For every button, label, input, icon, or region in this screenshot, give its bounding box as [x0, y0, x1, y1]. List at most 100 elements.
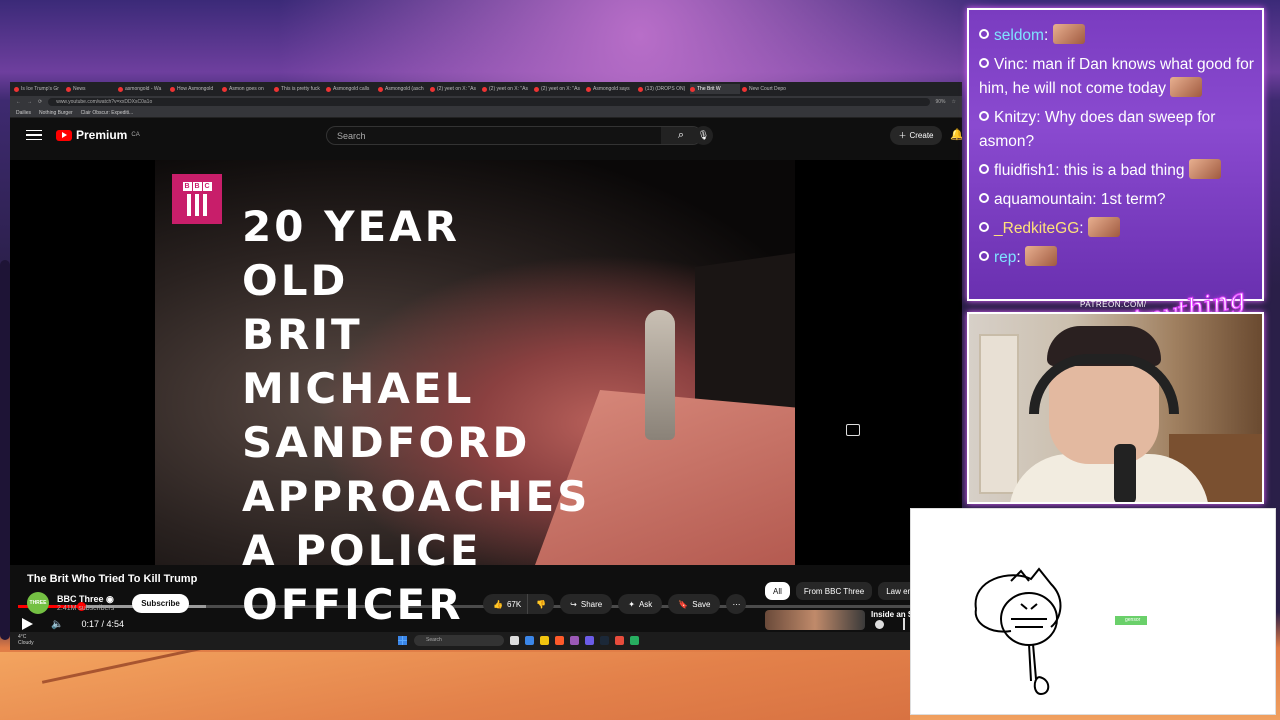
tab-favicon-icon [378, 86, 383, 92]
video-title: The Brit Who Tried To Kill Trump [27, 573, 198, 585]
address-field[interactable]: www.youtube.com/watch?v=xxDDXsC0a1o [48, 98, 930, 106]
app-icon[interactable] [630, 636, 639, 645]
menu-icon[interactable] [26, 129, 42, 141]
region-code: CA [131, 132, 140, 138]
browser-tab[interactable]: This is pretty fuck [274, 84, 324, 94]
back-icon[interactable]: ← [16, 99, 21, 105]
more-icon: ⋯ [732, 599, 741, 609]
youtube-play-icon [56, 129, 72, 141]
chat-username[interactable]: fluidfish1 [994, 162, 1055, 179]
create-label: Create [909, 131, 934, 140]
recommended-thumbnail[interactable] [765, 610, 865, 630]
browser-tab[interactable]: How Asmongold [170, 84, 220, 94]
forward-icon[interactable]: → [27, 99, 32, 105]
video-player[interactable]: B B C 20 YEAR OLD BRIT MICHAEL SANDFORD … [10, 160, 962, 630]
firefox-icon[interactable] [555, 636, 564, 645]
browser-tab[interactable]: News [66, 84, 116, 94]
chrome-icon[interactable] [615, 636, 624, 645]
bookmark-dailies[interactable]: Dailies [16, 110, 31, 116]
browser-tab[interactable]: Is Ice Trump's Gr [14, 84, 64, 94]
browser-url-bar: ← → ⟳ www.youtube.com/watch?v=xxDDXsC0a1… [10, 96, 962, 108]
share-button[interactable]: ↪ Share [560, 594, 613, 614]
tab-favicon-icon [14, 86, 19, 92]
ask-button[interactable]: ✦ Ask [618, 594, 663, 614]
reload-icon[interactable]: ⟳ [38, 99, 42, 105]
file-explorer-icon[interactable] [540, 636, 549, 645]
chat-username[interactable]: rep [994, 249, 1016, 266]
tab-title: News [73, 86, 86, 92]
miniplayer-icon[interactable] [846, 424, 860, 436]
weather-widget[interactable]: 4°C Cloudy [18, 634, 34, 646]
drawing-user-tag: gensor [1115, 616, 1147, 625]
browser-tab[interactable]: (2) yeet on X: "As [482, 84, 532, 94]
volume-icon[interactable]: 🔈 [51, 619, 63, 630]
chat-badge-icon [979, 164, 989, 174]
chat-message: _RedkiteGG: [979, 217, 1254, 241]
windows-start-icon[interactable] [398, 636, 407, 645]
chat-message: fluidfish1: this is a bad thing [979, 159, 1254, 183]
browser-tab[interactable]: Asmongold says [586, 84, 636, 94]
channel-meta: BBC Three ◉ 2.41M subscribers [57, 594, 114, 612]
chat-badge-icon [979, 193, 989, 203]
tab-favicon-icon [118, 86, 123, 92]
microphone-icon[interactable]: 🎙 [694, 126, 713, 145]
browser-tab[interactable]: asmongold - Wa [118, 84, 168, 94]
tab-favicon-icon [534, 86, 539, 92]
browser-tab[interactable]: Asmongold calls [326, 84, 376, 94]
bookmark-star-icon[interactable]: ☆ [952, 99, 956, 105]
obs-icon[interactable] [570, 636, 579, 645]
chat-username[interactable]: Knitzy [994, 109, 1036, 126]
chat-username[interactable]: _RedkiteGG [994, 220, 1079, 237]
discord-icon[interactable] [585, 636, 594, 645]
chat-text: 1st term? [1100, 191, 1166, 208]
play-icon[interactable] [22, 618, 33, 630]
browser-tab[interactable]: Asmon goes on [222, 84, 272, 94]
zoom-level[interactable]: 90% [936, 99, 946, 105]
related-chips: All From BBC Three Law en [765, 582, 920, 600]
subscribe-button[interactable]: Subscribe [132, 593, 189, 613]
bookmark-clair-obscur[interactable]: Clair Obscur: Expediti... [81, 110, 134, 116]
chat-username[interactable]: seldom [994, 27, 1044, 44]
action-buttons: 👍 67K 👎 ↪ Share ✦ Ask 🔖 Save ⋯ [483, 594, 747, 614]
chip-all[interactable]: All [765, 582, 790, 600]
bbc-logo-letter: B [192, 182, 202, 191]
dislike-button[interactable]: 👎 [527, 594, 555, 614]
store-icon[interactable] [525, 636, 534, 645]
chip-from-bbc-three[interactable]: From BBC Three [795, 582, 873, 600]
chat-separator: : [1092, 191, 1101, 208]
chat-username[interactable]: Vinc [994, 56, 1024, 73]
tab-favicon-icon [638, 86, 643, 92]
browser-tab[interactable]: (13) (DROPS ON) [638, 84, 688, 94]
bookmark-nothing-burger[interactable]: Nothing Burger [39, 110, 73, 116]
browser-tab[interactable]: New Court Depo [742, 84, 792, 94]
more-actions-button[interactable]: ⋯ [726, 594, 747, 614]
browser-tab[interactable]: Asmongold (asch [378, 84, 428, 94]
task-view-icon[interactable] [510, 636, 519, 645]
channel-name[interactable]: BBC Three ◉ [57, 594, 114, 605]
create-button[interactable]: ＋ Create [890, 126, 942, 145]
bookmark-icon: 🔖 [678, 599, 689, 609]
like-button[interactable]: 👍 67K [483, 594, 528, 614]
steam-icon[interactable] [600, 636, 609, 645]
sparkle-icon: ✦ [628, 599, 635, 609]
thumbs-up-icon: 👍 [493, 599, 503, 609]
channel-avatar[interactable]: THREE [27, 592, 49, 614]
chat-message: Vinc: man if Dan knows what good for him… [979, 53, 1254, 101]
chat-message: Knitzy: Why does dan sweep for asmon? [979, 106, 1254, 154]
save-button[interactable]: 🔖 Save [668, 594, 721, 614]
chat-username[interactable]: aquamountain [994, 191, 1092, 208]
browser-tab[interactable]: The Brit W [690, 84, 740, 94]
like-count: 67K [506, 599, 522, 609]
windows-taskbar: 4°C Cloudy Search [10, 632, 962, 650]
taskbar-search[interactable]: Search [414, 635, 504, 646]
search-input[interactable]: Search ⌕ [326, 126, 702, 145]
browser-tab[interactable]: (2) yeet on X: "As [534, 84, 584, 94]
chat-badge-icon [979, 251, 989, 261]
weather-desc: Cloudy [18, 640, 34, 646]
notifications-bell-icon[interactable]: 🔔 [950, 128, 962, 141]
bbc-three-bars [187, 194, 207, 216]
tab-title: This is pretty fuck [281, 86, 320, 92]
tab-favicon-icon [742, 86, 747, 92]
youtube-logo[interactable]: Premium CA [56, 128, 140, 142]
browser-tab[interactable]: (2) yeet on X: "As [430, 84, 480, 94]
